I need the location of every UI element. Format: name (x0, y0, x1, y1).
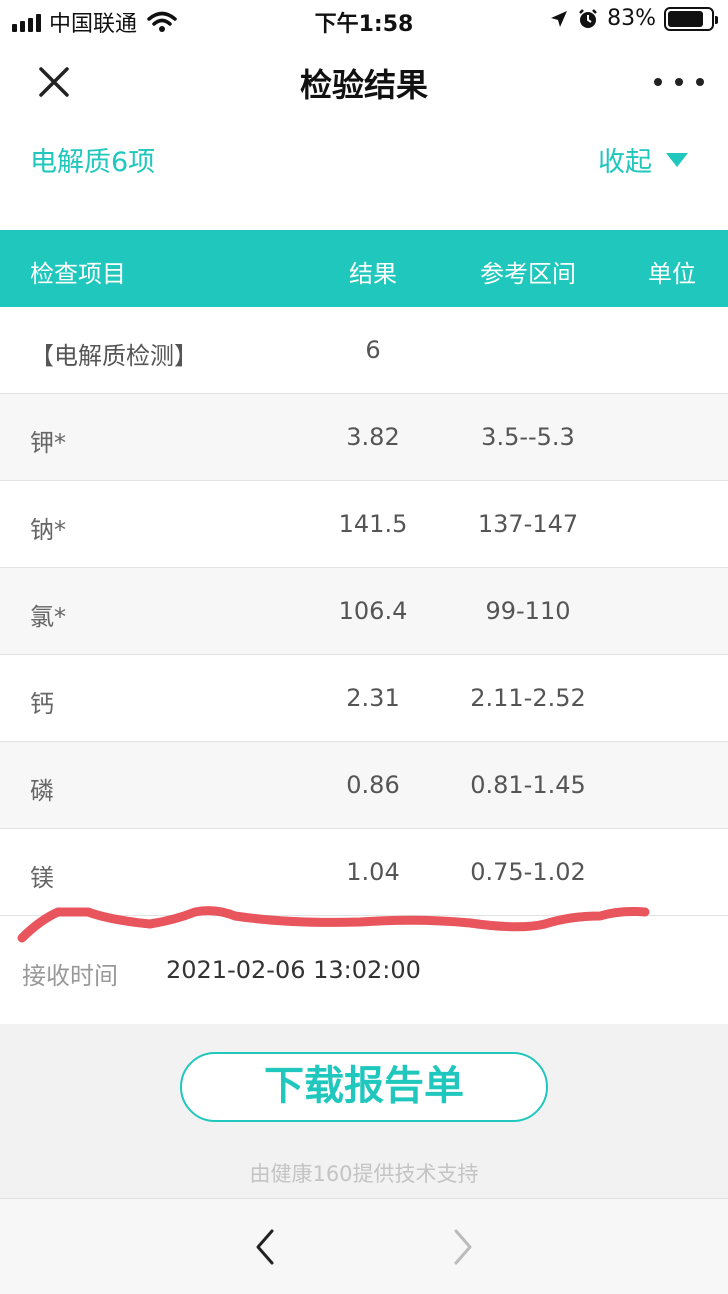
more-icon[interactable] (654, 70, 704, 94)
page-title: 检验结果 (299, 66, 428, 104)
bottom-area: 下载报告单 由健康160提供技术支持 (0, 1024, 728, 1198)
receive-label: 接收时间 (22, 962, 118, 990)
status-bar: 中国联通 下午1:58 83% (0, 0, 728, 40)
status-right: 83% (549, 6, 718, 31)
row-name: 【电解质检测】 (30, 342, 198, 370)
table-row: 【电解质检测】 6 (0, 307, 728, 394)
row-result: 141.5 (338, 510, 408, 538)
receive-time-row: 接收时间 2021-02-06 13:02:00 (0, 918, 728, 1024)
row-result: 6 (365, 336, 381, 364)
row-result: 106.4 (338, 597, 408, 625)
row-name: 钾* (30, 429, 66, 457)
back-arrow-icon[interactable] (246, 1227, 286, 1267)
row-result: 3.82 (346, 423, 400, 451)
section-title: 电解质6项 (30, 147, 156, 178)
collapse-label: 收起 (598, 147, 652, 178)
row-range: 3.5--5.3 (481, 423, 575, 451)
row-name: 磷 (30, 777, 54, 805)
row-name: 氯* (30, 603, 66, 631)
table-row: 氯* 106.4 99-110 (0, 568, 728, 655)
table-row: 钙 2.31 2.11-2.52 (0, 655, 728, 742)
header-unit: 单位 (648, 260, 696, 288)
row-range: 0.75-1.02 (470, 858, 586, 886)
header-range: 参考区间 (480, 260, 576, 288)
row-result: 0.86 (346, 771, 400, 799)
row-name: 钠* (30, 516, 66, 544)
browser-toolbar (0, 1198, 728, 1294)
support-text: 由健康160提供技术支持 (249, 1162, 479, 1186)
row-range: 0.81-1.45 (470, 771, 586, 799)
table-body: 【电解质检测】 6 钾* 3.82 3.5--5.3 钠* 141.5 137-… (0, 307, 728, 916)
nav-bar: 检验结果 (0, 40, 728, 124)
row-name: 镁 (30, 864, 54, 892)
table-header: 检查项目 结果 参考区间 单位 (0, 230, 728, 307)
triangle-down-icon (666, 152, 688, 167)
table-row: 镁 1.04 0.75-1.02 (0, 829, 728, 916)
row-result: 2.31 (346, 684, 400, 712)
forward-arrow-icon[interactable] (442, 1227, 482, 1267)
download-report-button[interactable]: 下载报告单 (180, 1052, 548, 1122)
header-item: 检查项目 (30, 260, 126, 288)
close-icon[interactable] (30, 58, 78, 106)
row-range: 2.11-2.52 (470, 684, 586, 712)
row-result: 1.04 (346, 858, 400, 886)
table-row: 钠* 141.5 137-147 (0, 481, 728, 568)
battery-icon (664, 6, 718, 31)
battery-percent: 83% (607, 6, 656, 31)
section-header: 电解质6项 收起 (0, 124, 728, 200)
row-name: 钙 (30, 690, 54, 718)
table-row: 磷 0.86 0.81-1.45 (0, 742, 728, 829)
table-row: 钾* 3.82 3.5--5.3 (0, 394, 728, 481)
collapse-button[interactable]: 收起 (598, 140, 688, 179)
row-range: 99-110 (485, 597, 571, 625)
header-result: 结果 (349, 260, 397, 288)
alarm-icon (579, 8, 597, 28)
receive-value: 2021-02-06 13:02:00 (166, 956, 421, 984)
row-range: 137-147 (477, 510, 579, 538)
location-icon (551, 10, 568, 27)
battery-fill (668, 10, 703, 27)
